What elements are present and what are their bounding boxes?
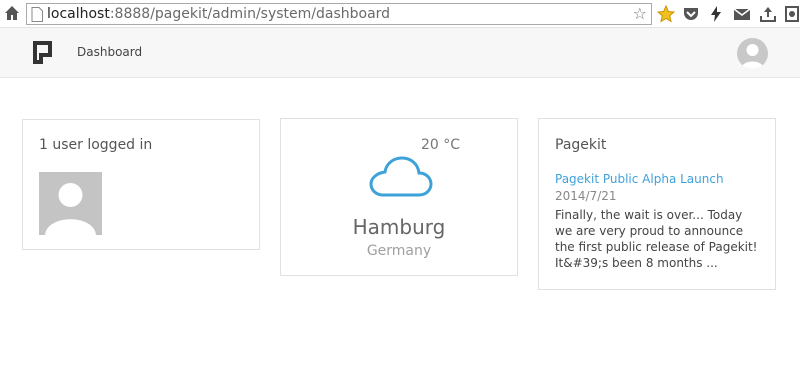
temperature: 20 °C xyxy=(421,137,461,153)
flash-icon[interactable] xyxy=(707,5,725,23)
bookmark-star-icon[interactable]: ☆ xyxy=(633,5,647,23)
url-text[interactable]: localhost:8888/pagekit/admin/system/dash… xyxy=(47,6,390,22)
address-bar[interactable]: localhost:8888/pagekit/admin/system/dash… xyxy=(26,3,652,25)
user-avatar[interactable] xyxy=(39,172,102,235)
feed-post-link[interactable]: Pagekit Public Alpha Launch xyxy=(555,172,724,186)
feed-post-date: 2014/7/21 xyxy=(555,189,617,203)
home-icon[interactable] xyxy=(4,5,20,21)
user-avatar-icon[interactable] xyxy=(737,38,768,69)
admin-navbar: Dashboard xyxy=(0,28,800,78)
feed-widget-title: Pagekit xyxy=(555,137,607,153)
users-widget: 1 user logged in xyxy=(22,119,260,250)
cloud-icon xyxy=(369,156,433,197)
weather-widget: 20 °C Hamburg Germany xyxy=(280,118,518,276)
users-widget-title: 1 user logged in xyxy=(39,137,153,153)
weather-city: Hamburg xyxy=(352,215,446,239)
browser-toolbar: localhost:8888/pagekit/admin/system/dash… xyxy=(0,0,800,28)
page-icon xyxy=(31,7,43,22)
mail-icon[interactable] xyxy=(733,5,751,23)
nav-dashboard[interactable]: Dashboard xyxy=(77,45,142,59)
extension-icon[interactable] xyxy=(784,5,800,23)
weather-country: Germany xyxy=(366,243,432,259)
upload-icon[interactable] xyxy=(759,5,777,23)
pagekit-logo-icon[interactable] xyxy=(33,41,52,64)
feed-post-excerpt: Finally, the wait is over... Today we ar… xyxy=(555,208,758,270)
feed-widget: Pagekit Pagekit Public Alpha Launch 2014… xyxy=(538,118,776,290)
pocket-icon[interactable] xyxy=(682,5,700,23)
star-extension-icon[interactable] xyxy=(657,5,675,23)
